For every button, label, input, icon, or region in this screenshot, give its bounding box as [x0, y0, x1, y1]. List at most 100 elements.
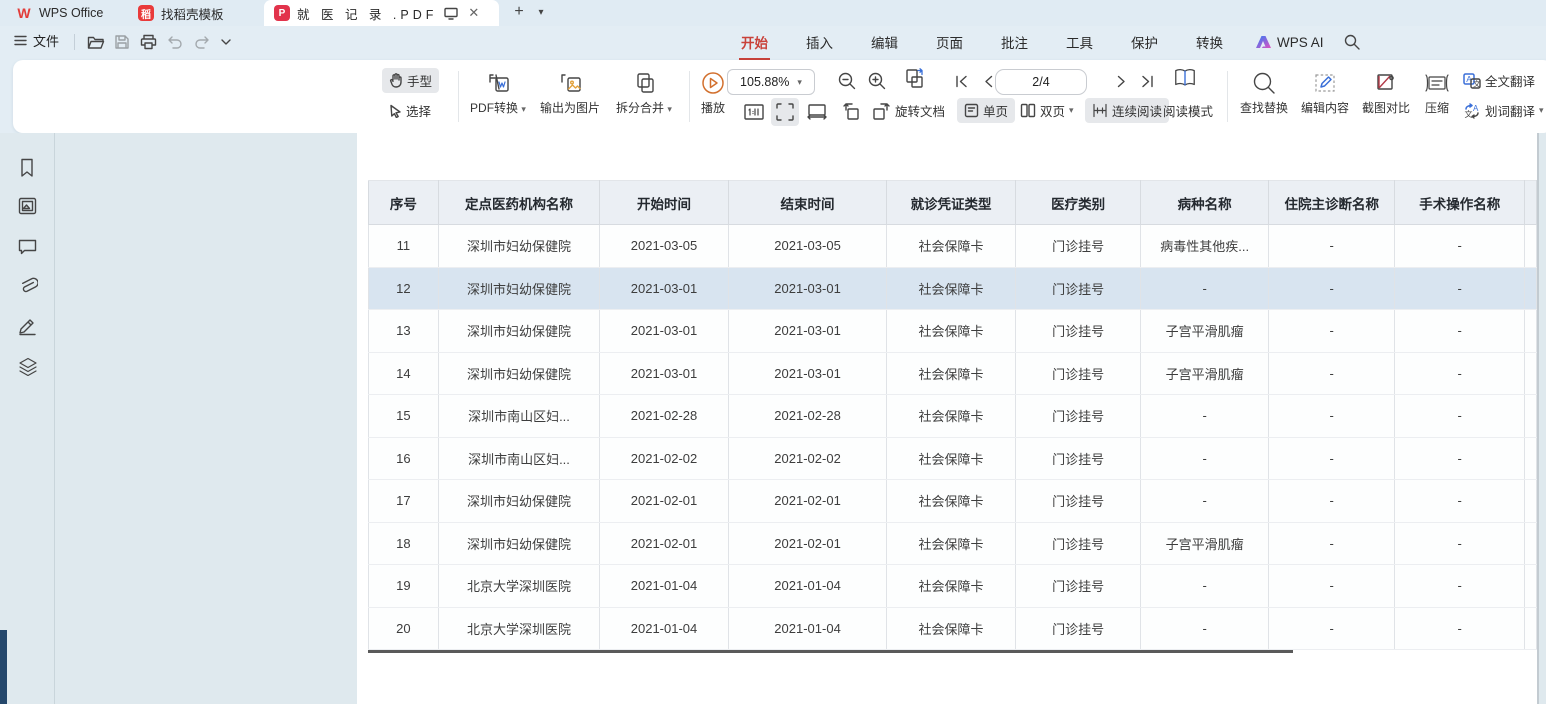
word-translate-icon: A文 [1463, 103, 1481, 119]
pdf-convert-button[interactable]: PDF转换 ▾ [463, 70, 533, 116]
table-cell: 门诊挂号 [1015, 480, 1141, 523]
zoom-level-select[interactable]: 105.88% ▾ [727, 69, 815, 95]
word-translate-button[interactable]: A文 划词翻译 ▾ [1461, 99, 1546, 122]
double-page-icon [1020, 103, 1036, 118]
rotate-left-icon[interactable] [839, 100, 863, 124]
table-cell-clipped [1524, 437, 1536, 480]
table-header-cell: 医疗类别 [1015, 181, 1141, 225]
menu-home[interactable]: 开始 [735, 28, 774, 56]
ribbon-menus: 开始 插入 编辑 页面 批注 工具 保护 转换 WPS AI [735, 26, 1360, 58]
table-cell: - [1268, 607, 1395, 650]
table-header-cell: 就诊凭证类型 [887, 181, 1016, 225]
menu-insert[interactable]: 插入 [800, 28, 839, 56]
table-cell: 16 [369, 437, 439, 480]
menu-tools[interactable]: 工具 [1060, 28, 1099, 56]
layers-icon[interactable] [18, 357, 38, 377]
table-cell: - [1395, 607, 1525, 650]
menu-comment[interactable]: 批注 [995, 28, 1034, 56]
undo-icon[interactable] [163, 30, 187, 54]
table-cell: 门诊挂号 [1015, 607, 1141, 650]
rotate-document-button[interactable]: 旋转文档 [893, 98, 947, 123]
fit-width-icon[interactable] [805, 100, 829, 124]
screenshot-compare-button[interactable]: 截图对比 [1357, 70, 1415, 116]
tab-medical-record-pdf[interactable]: P 就 医 记 录 .PDF ✕ [264, 0, 499, 26]
last-page-icon[interactable] [1135, 69, 1159, 93]
present-to-screen-icon[interactable] [444, 7, 458, 20]
menu-protect[interactable]: 保护 [1125, 28, 1164, 56]
table-cell: - [1268, 437, 1395, 480]
table-cell: 2021-03-05 [600, 225, 729, 268]
print-icon[interactable] [136, 30, 160, 54]
search-menu-icon[interactable] [1344, 34, 1360, 50]
table-row: 16深圳市南山区妇...2021-02-022021-02-02社会保障卡门诊挂… [369, 437, 1537, 480]
table-cell-clipped [1524, 352, 1536, 395]
table-cell: - [1395, 225, 1525, 268]
table-cell: - [1268, 395, 1395, 438]
chevron-down-icon: ▾ [521, 104, 526, 114]
table-cell: 15 [369, 395, 439, 438]
edit-content-button[interactable]: 编辑内容 [1296, 70, 1354, 116]
tab-wps-office[interactable]: W WPS Office [6, 0, 122, 26]
first-page-icon[interactable] [949, 69, 973, 93]
read-mode-book-icon[interactable] [1173, 66, 1197, 90]
hand-tool-button[interactable]: 手型 [382, 68, 439, 93]
split-merge-label: 拆分合并 [616, 101, 664, 115]
single-page-view-button[interactable]: 单页 [957, 98, 1015, 123]
table-cell: 子宫平滑肌瘤 [1141, 522, 1269, 565]
swap-pages-icon[interactable] [903, 67, 927, 91]
table-cell: - [1141, 607, 1269, 650]
thumbnails-icon[interactable] [18, 197, 38, 217]
table-cell: 社会保障卡 [887, 267, 1016, 310]
menu-bar: 文件 开始 插入 编辑 页面 批注 工具 保护 转换 WPS AI [0, 26, 1546, 58]
table-cell: - [1395, 437, 1525, 480]
read-mode-button[interactable]: 阅读模式 [1161, 98, 1215, 123]
table-header-cell: 结束时间 [728, 181, 886, 225]
table-cell: 社会保障卡 [887, 225, 1016, 268]
table-cell: 门诊挂号 [1015, 310, 1141, 353]
attachments-icon[interactable] [18, 277, 38, 297]
menu-page[interactable]: 页面 [930, 28, 969, 56]
close-tab-icon[interactable]: ✕ [468, 5, 479, 21]
split-merge-button[interactable]: 拆分合并 ▾ [609, 70, 679, 116]
table-cell: 社会保障卡 [887, 480, 1016, 523]
signature-icon[interactable] [18, 317, 38, 337]
wps-ai-logo [1255, 35, 1272, 49]
next-page-icon[interactable] [1109, 69, 1133, 93]
tab-docer-templates[interactable]: 稻 找稻壳模板 [128, 0, 256, 26]
full-text-translate-button[interactable]: A文 全文翻译 [1461, 69, 1537, 92]
menu-edit[interactable]: 编辑 [865, 28, 904, 56]
find-replace-button[interactable]: 查找替换 [1235, 70, 1293, 116]
save-icon[interactable] [110, 30, 134, 54]
tab-list-chevron-icon[interactable]: ▾ [530, 1, 552, 23]
new-tab-button[interactable]: + [508, 1, 530, 23]
compress-button[interactable]: 压缩 [1417, 70, 1457, 116]
fit-page-icon[interactable] [771, 98, 799, 126]
table-cell: 门诊挂号 [1015, 395, 1141, 438]
find-replace-label: 查找替换 [1235, 99, 1293, 116]
menu-convert[interactable]: 转换 [1190, 28, 1229, 56]
export-as-image-button[interactable]: 输出为图片 [534, 70, 606, 116]
comments-icon[interactable] [18, 238, 38, 258]
wps-ai-button[interactable]: WPS AI [1255, 35, 1324, 50]
table-cell: 门诊挂号 [1015, 225, 1141, 268]
rotate-right-icon[interactable] [869, 100, 893, 124]
table-cell: 11 [369, 225, 439, 268]
double-page-view-button[interactable]: 双页 ▾ [1013, 98, 1081, 123]
select-tool-button[interactable]: 选择 [382, 98, 438, 123]
edit-content-label: 编辑内容 [1296, 99, 1354, 116]
continuous-reading-button[interactable]: 连续阅读 [1085, 98, 1169, 123]
page-indicator-input[interactable]: 2/4 [995, 69, 1087, 95]
table-cell: 2021-02-01 [600, 522, 729, 565]
file-menu-button[interactable]: 文件 [14, 31, 59, 50]
zoom-in-icon[interactable] [865, 69, 889, 93]
redo-icon[interactable] [190, 30, 214, 54]
export-as-image-label: 输出为图片 [534, 99, 606, 116]
more-quick-actions-chevron-icon[interactable] [214, 30, 238, 54]
zoom-out-icon[interactable] [835, 69, 859, 93]
table-cell: 深圳市妇幼保健院 [438, 480, 599, 523]
file-menu-label: 文件 [33, 31, 59, 50]
bookmarks-icon[interactable] [18, 158, 38, 178]
open-file-icon[interactable] [84, 30, 108, 54]
table-cell: 12 [369, 267, 439, 310]
actual-size-icon[interactable] [742, 100, 766, 124]
